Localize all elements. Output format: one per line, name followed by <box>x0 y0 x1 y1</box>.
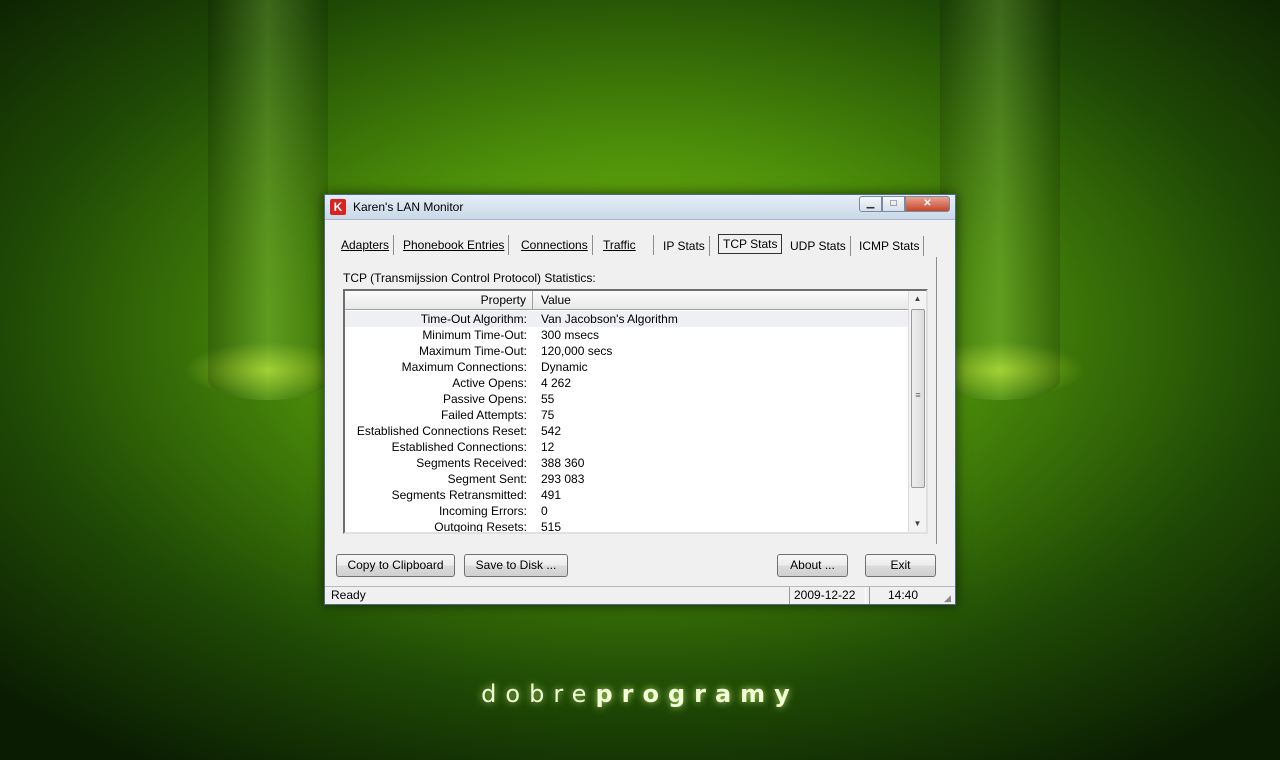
list-rows: Time-Out Algorithm: Van Jacobson's Algori… <box>345 311 910 534</box>
about-button[interactable]: About ... <box>777 554 848 577</box>
table-row[interactable]: Failed Attempts: 75 <box>345 407 910 423</box>
table-row[interactable]: Established Connections: 12 <box>345 439 910 455</box>
value-cell: 4 262 <box>541 376 572 390</box>
value-cell: 12 <box>541 440 555 454</box>
scroll-thumb[interactable]: ≡ <box>911 309 925 488</box>
table-row[interactable]: Maximum Connections: Dynamic <box>345 359 910 375</box>
value-cell: Dynamic <box>541 360 588 374</box>
copy-to-clipboard-button[interactable]: Copy to Clipboard <box>336 554 455 577</box>
property-cell: Established Connections Reset: <box>356 424 527 438</box>
status-text: Ready <box>331 588 366 602</box>
property-cell: Incoming Errors: <box>438 504 527 518</box>
value-cell: 542 <box>541 424 562 438</box>
resize-grip-icon[interactable]: ◢ <box>944 593 954 603</box>
table-row[interactable]: Segments Received: 388 360 <box>345 455 910 471</box>
tab-connections[interactable]: Connections <box>517 235 593 255</box>
vertical-scrollbar[interactable]: ▲ ≡ ▼ <box>908 291 926 532</box>
maximize-button[interactable]: □ <box>882 196 905 212</box>
table-row[interactable]: Maximum Time-Out: 120,000 secs <box>345 343 910 359</box>
value-cell: 293 083 <box>541 472 585 486</box>
property-cell: Segment Sent: <box>447 472 527 486</box>
table-row[interactable]: Segment Sent: 293 083 <box>345 471 910 487</box>
tab-strip: Adapters Phonebook Entries Connections T… <box>337 234 935 257</box>
value-cell: 515 <box>541 520 562 534</box>
table-row[interactable]: Incoming Errors: 0 <box>345 503 910 519</box>
column-header-property[interactable]: Property <box>345 291 533 309</box>
table-row[interactable]: Minimum Time-Out: 300 msecs <box>345 327 910 343</box>
tab-adapters[interactable]: Adapters <box>337 235 395 255</box>
minimize-button[interactable]: ▁ <box>859 196 882 212</box>
property-cell: Outgoing Resets: <box>434 520 527 534</box>
value-cell: 120,000 secs <box>541 344 613 358</box>
property-cell: Time-Out Algorithm: <box>420 312 527 326</box>
table-row[interactable]: Active Opens: 4 262 <box>345 375 910 391</box>
table-row[interactable]: Passive Opens: 55 <box>345 391 910 407</box>
property-cell: Segments Received: <box>416 456 527 470</box>
table-row[interactable]: Outgoing Resets: 515 <box>345 519 910 534</box>
wallpaper-tube-right <box>940 0 1060 400</box>
property-cell: Failed Attempts: <box>440 408 527 422</box>
tab-ip-stats[interactable]: IP Stats <box>659 236 710 256</box>
property-cell: Segments Retransmitted: <box>391 488 527 502</box>
wallpaper-tube-left <box>208 0 328 400</box>
tab-icmp-stats[interactable]: ICMP Stats <box>855 236 925 256</box>
app-window: K Karen's LAN Monitor ▁ □ ✕ Adapters Pho… <box>324 194 956 605</box>
window-title: Karen's LAN Monitor <box>353 200 464 214</box>
tab-tcp-stats[interactable]: TCP Stats <box>718 234 783 254</box>
wallpaper-brand-light: dobre <box>481 680 596 708</box>
property-cell: Passive Opens: <box>442 392 527 406</box>
stats-list[interactable]: Property Value Time-Out Algorithm: Van Ja… <box>343 289 928 534</box>
table-row[interactable]: Time-Out Algorithm: Van Jacobson's Algori… <box>345 311 910 327</box>
save-to-disk-button[interactable]: Save to Disk ... <box>464 554 568 577</box>
scroll-down-icon[interactable]: ▼ <box>909 516 926 532</box>
app-icon[interactable]: K <box>330 199 346 215</box>
status-date: 2009-12-22 <box>789 587 866 604</box>
property-cell: Active Opens: <box>452 376 527 390</box>
tab-phonebook-entries[interactable]: Phonebook Entries <box>399 235 510 255</box>
property-cell: Maximum Time-Out: <box>418 344 527 358</box>
value-cell: 491 <box>541 488 562 502</box>
value-cell: 55 <box>541 392 555 406</box>
value-cell: Van Jacobson's Algorithm <box>541 312 678 326</box>
wallpaper-brand: dobreprogramy <box>0 680 1280 708</box>
table-row[interactable]: Established Connections Reset: 542 <box>345 423 910 439</box>
property-cell: Minimum Time-Out: <box>422 328 527 342</box>
value-cell: 388 360 <box>541 456 585 470</box>
tab-traffic[interactable]: Traffic <box>599 235 654 255</box>
property-cell: Maximum Connections: <box>401 360 527 374</box>
status-time: 14:40 <box>869 587 936 604</box>
scroll-up-icon[interactable]: ▲ <box>909 291 926 307</box>
close-button[interactable]: ✕ <box>905 196 950 212</box>
exit-button[interactable]: Exit <box>865 554 936 577</box>
value-cell: 75 <box>541 408 555 422</box>
panel-caption: TCP (Transmijssion Control Protocol) Sta… <box>343 271 596 285</box>
scroll-grip-icon: ≡ <box>915 390 921 400</box>
value-cell: 0 <box>541 504 548 518</box>
status-bar: Ready 2009-12-22 14:40 ◢ <box>325 586 955 604</box>
wallpaper-brand-bold: programy <box>595 680 799 708</box>
table-row[interactable]: Segments Retransmitted: 491 <box>345 487 910 503</box>
value-cell: 300 msecs <box>541 328 600 342</box>
list-header: Property Value <box>345 291 910 310</box>
property-cell: Established Connections: <box>391 440 527 454</box>
tab-udp-stats[interactable]: UDP Stats <box>786 236 851 256</box>
column-header-value[interactable]: Value <box>535 291 571 309</box>
title-bar[interactable]: K Karen's LAN Monitor ▁ □ ✕ <box>325 195 955 220</box>
